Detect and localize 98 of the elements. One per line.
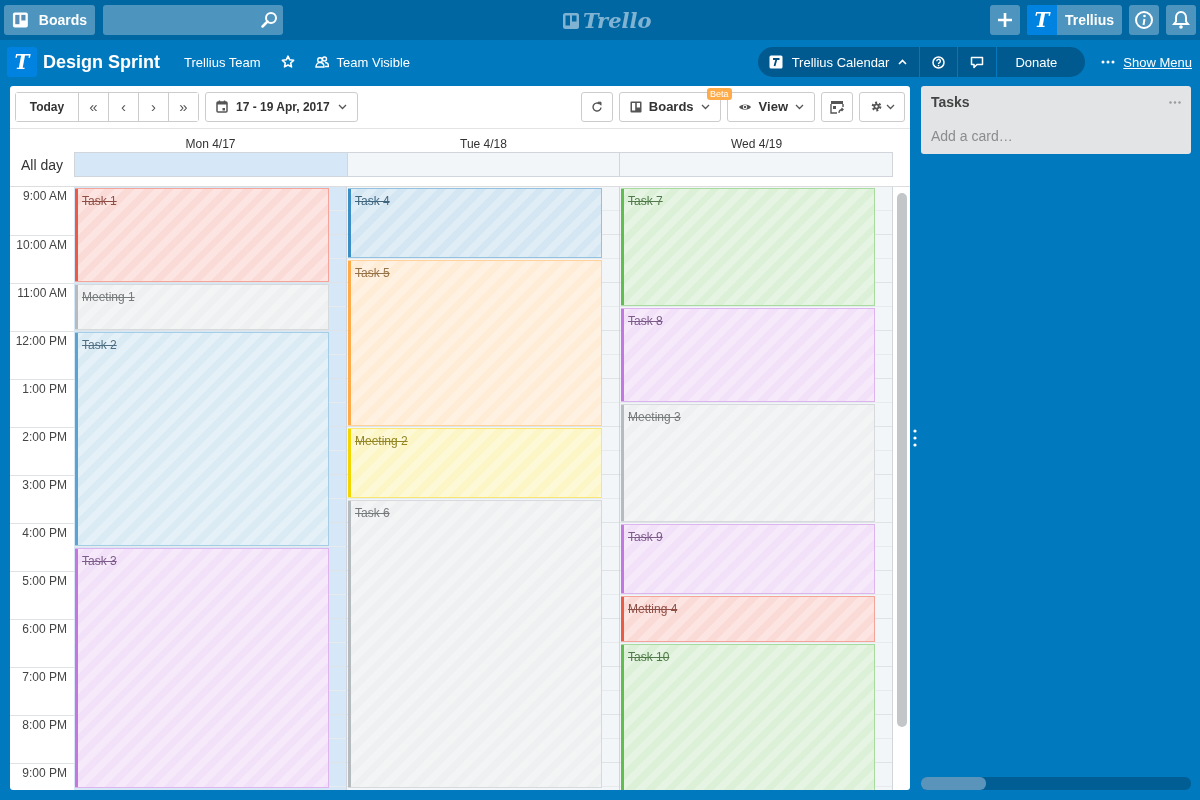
list-title[interactable]: Tasks (931, 94, 970, 110)
calendar-event[interactable]: Task 10 (621, 644, 875, 790)
caret-up-icon (898, 59, 908, 65)
time-label: 4:00 PM (22, 526, 67, 541)
calendar-event[interactable]: Meeting 3 (621, 404, 875, 522)
donate-button[interactable]: Donate (996, 47, 1086, 77)
event-title: Task 6 (355, 506, 390, 520)
show-menu-link[interactable]: Show Menu (1123, 54, 1192, 70)
event-title: Task 10 (628, 650, 670, 664)
event-title: Meeting 2 (355, 434, 408, 448)
calendar-export-icon (830, 99, 844, 114)
refresh-button[interactable] (580, 91, 613, 122)
event-title: Task 4 (355, 194, 390, 208)
time-label: 10:00 AM (16, 238, 67, 253)
calendar-event[interactable]: Task 3 (75, 548, 329, 788)
time-label: 6:00 PM (22, 622, 67, 637)
chevron-down-icon (795, 103, 804, 110)
refresh-icon (590, 100, 603, 113)
board-logo: T (7, 47, 37, 77)
boards-icon (629, 100, 642, 113)
all-day-cell[interactable] (74, 152, 348, 177)
bell-icon (1172, 10, 1190, 30)
event-title: Task 8 (628, 314, 663, 328)
time-label: 11:00 AM (17, 286, 67, 301)
trello-logo-icon (562, 11, 580, 30)
boards-icon (12, 11, 29, 29)
chevron-down-icon (337, 103, 347, 110)
info-icon (1134, 10, 1154, 30)
calendar-event[interactable]: Task 9 (621, 524, 875, 594)
info-button[interactable] (1129, 5, 1159, 35)
chevron-down-icon (700, 103, 710, 110)
time-label: 2:00 PM (22, 430, 67, 445)
calendar-event[interactable]: Task 5 (348, 260, 602, 426)
calendar-event[interactable]: Metting 4 (621, 596, 875, 642)
team-button[interactable]: Trellius Team (176, 50, 269, 74)
export-button[interactable] (821, 91, 853, 122)
calendar-event[interactable]: Task 4 (348, 188, 602, 258)
time-label: 8:00 PM (22, 718, 67, 733)
add-button[interactable] (989, 5, 1020, 35)
all-day-cell[interactable] (620, 152, 893, 177)
time-label: 9:00 PM (22, 766, 67, 781)
event-title: Task 1 (82, 194, 117, 208)
comment-icon (970, 55, 985, 69)
settings-button[interactable] (859, 91, 905, 122)
calendar-event[interactable]: Task 1 (75, 188, 329, 282)
calendar-event[interactable]: Task 7 (621, 188, 875, 306)
all-day-label: All day (19, 155, 64, 175)
event-title: Metting 4 (628, 602, 678, 616)
trello-logo: Trello (583, 8, 652, 33)
plus-icon (995, 11, 1014, 29)
day-header: Wed 4/19 (729, 137, 784, 151)
calendar-logo-icon (768, 55, 783, 69)
horizontal-scrollbar[interactable] (921, 777, 986, 790)
chevron-down-icon (885, 103, 895, 110)
search-field[interactable] (103, 5, 283, 35)
user-button[interactable]: T Trellius (1026, 5, 1122, 35)
calendar-icon (216, 100, 228, 113)
scrollbar[interactable] (896, 193, 907, 727)
time-label: 3:00 PM (22, 478, 67, 493)
calendar-event[interactable]: Task 2 (75, 332, 329, 546)
day-header: Mon 4/17 (184, 137, 237, 151)
time-label: 9:00 AM (22, 189, 67, 204)
time-label: 12:00 PM (15, 334, 67, 349)
more-icon (1101, 60, 1116, 64)
board-title[interactable]: Design Sprint (43, 51, 160, 73)
calendar-event[interactable]: Task 8 (621, 308, 875, 402)
avatar: T (1026, 5, 1057, 35)
calendar-powerup-button[interactable]: Trellius Calendar (757, 47, 920, 77)
event-title: Meeting 1 (82, 290, 135, 304)
date-range-button[interactable]: 17 - 19 Apr, 2017 (205, 91, 358, 122)
calendar-event[interactable]: Meeting 2 (348, 428, 602, 498)
notifications-button[interactable] (1166, 5, 1196, 35)
event-title: Task 2 (82, 338, 117, 352)
last-button[interactable]: » (168, 92, 198, 121)
calendar-event[interactable]: Meeting 1 (75, 284, 329, 330)
time-label: 5:00 PM (22, 574, 67, 589)
resize-handle-icon[interactable] (913, 429, 917, 447)
settings-icon (869, 100, 883, 113)
more-icon[interactable] (1169, 100, 1181, 104)
event-title: Meeting 3 (628, 410, 681, 424)
time-label: 7:00 PM (22, 670, 67, 685)
people-icon (314, 55, 329, 69)
event-title: Task 9 (628, 530, 663, 544)
eye-icon (737, 101, 752, 112)
help-icon (932, 55, 946, 69)
event-title: Task 3 (82, 554, 117, 568)
beta-badge: Beta (707, 88, 732, 100)
all-day-cell[interactable] (347, 152, 621, 177)
time-label: 1:00 PM (22, 382, 67, 397)
boards-button[interactable]: Boards (4, 5, 95, 35)
search-icon (260, 11, 278, 29)
visibility-button[interactable]: Team Visible (306, 50, 419, 74)
day-header: Tue 4/18 (459, 137, 508, 151)
star-icon (280, 55, 295, 69)
event-title: Task 7 (628, 194, 663, 208)
add-card-link[interactable]: Add a card… (931, 128, 1181, 144)
calendar-event[interactable]: Task 6 (348, 500, 602, 788)
event-title: Task 5 (355, 266, 390, 280)
